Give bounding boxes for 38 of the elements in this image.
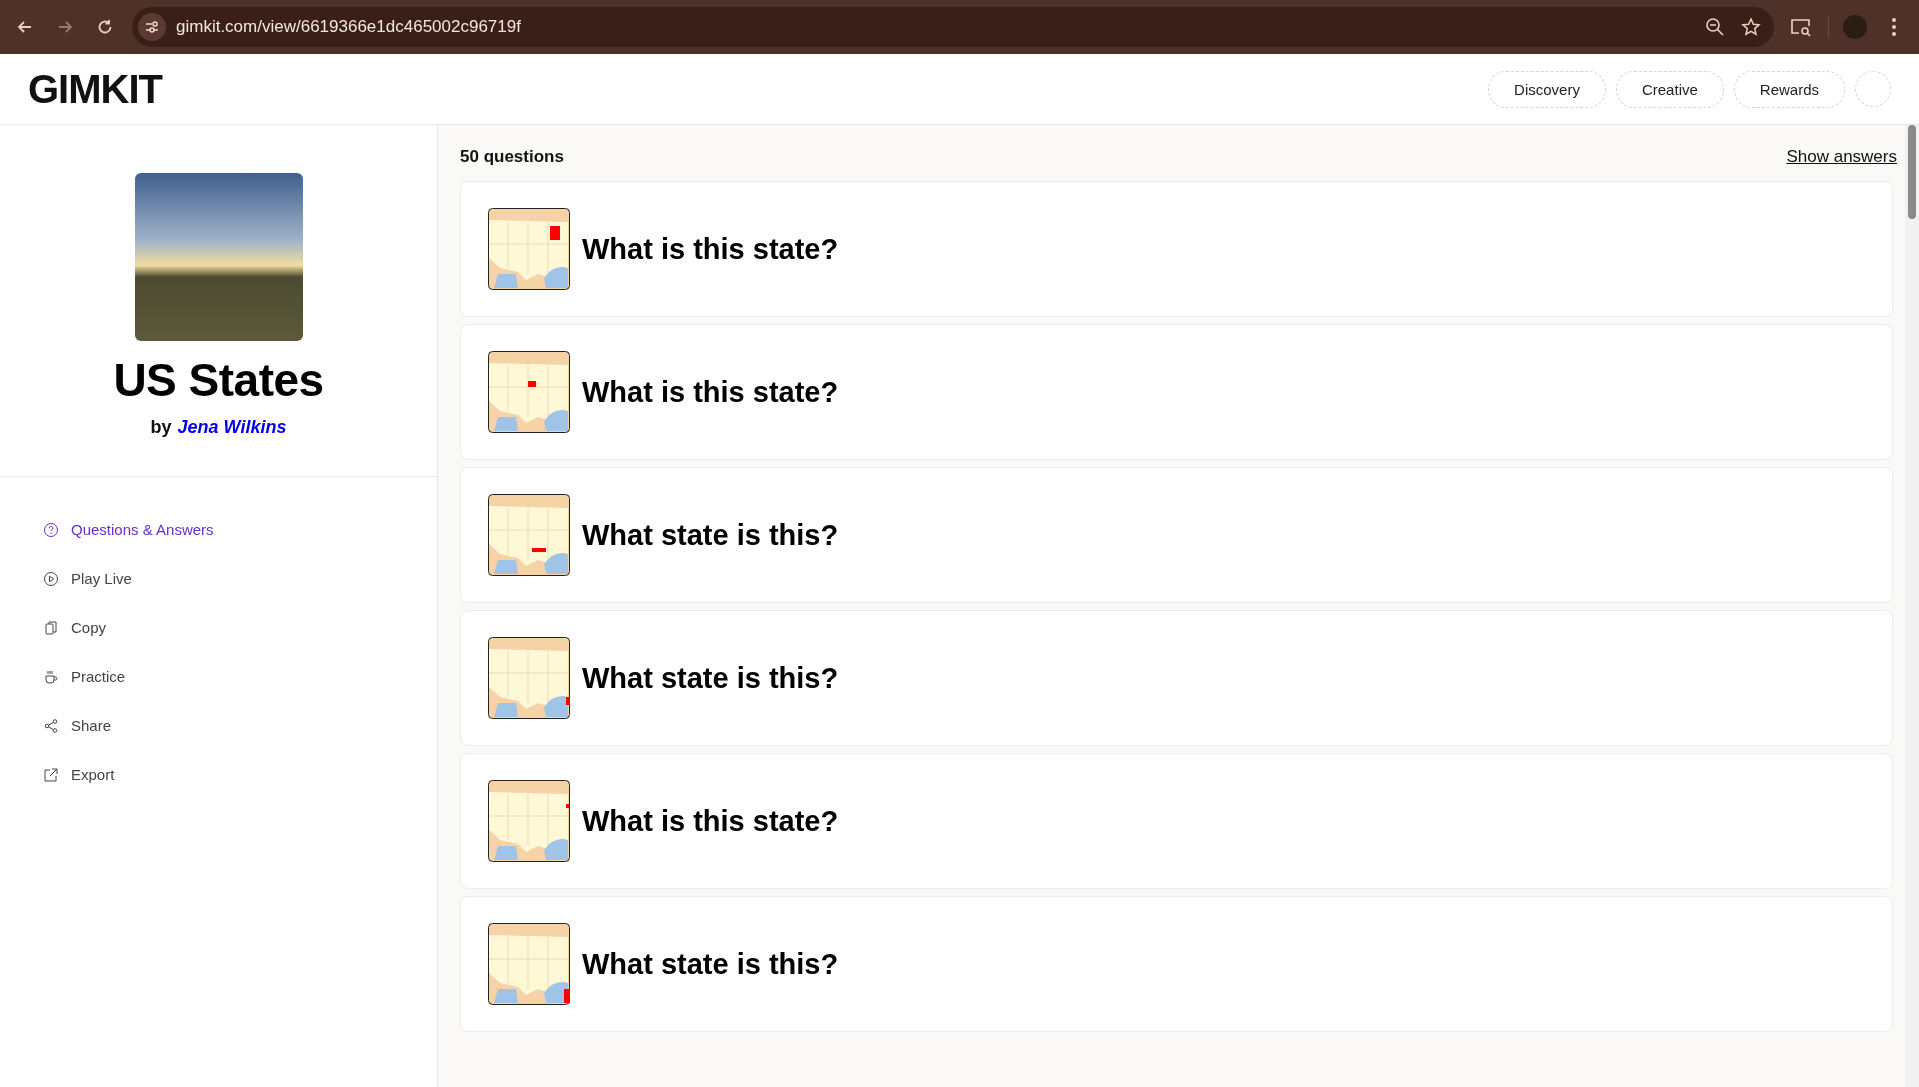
scrollbar-thumb[interactable]	[1908, 125, 1916, 219]
address-bar[interactable]: gimkit.com/view/6619366e1dc465002c96719f	[132, 7, 1774, 47]
scrollbar[interactable]	[1905, 125, 1919, 1087]
url-text: gimkit.com/view/6619366e1dc465002c96719f	[176, 17, 522, 37]
copy-icon	[43, 619, 59, 636]
cup-icon	[43, 668, 59, 685]
sidebar-item[interactable]: Copy	[43, 617, 437, 638]
sidebar-item[interactable]: Export	[43, 764, 437, 785]
question-card[interactable]: What state is this?	[460, 467, 1893, 603]
show-answers-link[interactable]: Show answers	[1786, 147, 1897, 167]
sidebar-item[interactable]: Questions & Answers	[43, 519, 437, 540]
kit-title: US States	[113, 353, 324, 407]
question-text: What is this state?	[582, 232, 839, 266]
share-icon	[43, 717, 59, 734]
sidebar-item[interactable]: Practice	[43, 666, 437, 687]
question-text: What state is this?	[582, 518, 839, 552]
question-text: What state is this?	[582, 947, 839, 981]
question-text: What is this state?	[582, 804, 839, 838]
question-card[interactable]: What is this state?	[460, 324, 1893, 460]
by-label: by	[150, 417, 172, 438]
logo[interactable]: GIMKIT	[28, 66, 1479, 112]
question-card[interactable]: What state is this?	[460, 896, 1893, 1032]
question-text: What state is this?	[582, 661, 839, 695]
question-card[interactable]: What is this state?	[460, 181, 1893, 317]
nav-button[interactable]: Rewards	[1733, 70, 1845, 108]
question-card[interactable]: What is this state?	[460, 753, 1893, 889]
sidebar-item[interactable]: Play Live	[43, 568, 437, 589]
question-circle-icon	[43, 521, 59, 538]
nav-button[interactable]: Discovery	[1488, 70, 1606, 108]
play-circle-icon	[43, 570, 59, 587]
question-count: 50 questions	[460, 147, 564, 167]
nav-button[interactable]: Creative	[1615, 70, 1724, 108]
site-settings-icon[interactable]	[138, 13, 166, 41]
author-link[interactable]: Jena Wilkins	[177, 417, 287, 438]
question-text: What is this state?	[582, 375, 839, 409]
question-card[interactable]: What state is this?	[460, 610, 1893, 746]
external-link-icon	[43, 766, 59, 783]
sidebar-item[interactable]: Share	[43, 715, 437, 736]
